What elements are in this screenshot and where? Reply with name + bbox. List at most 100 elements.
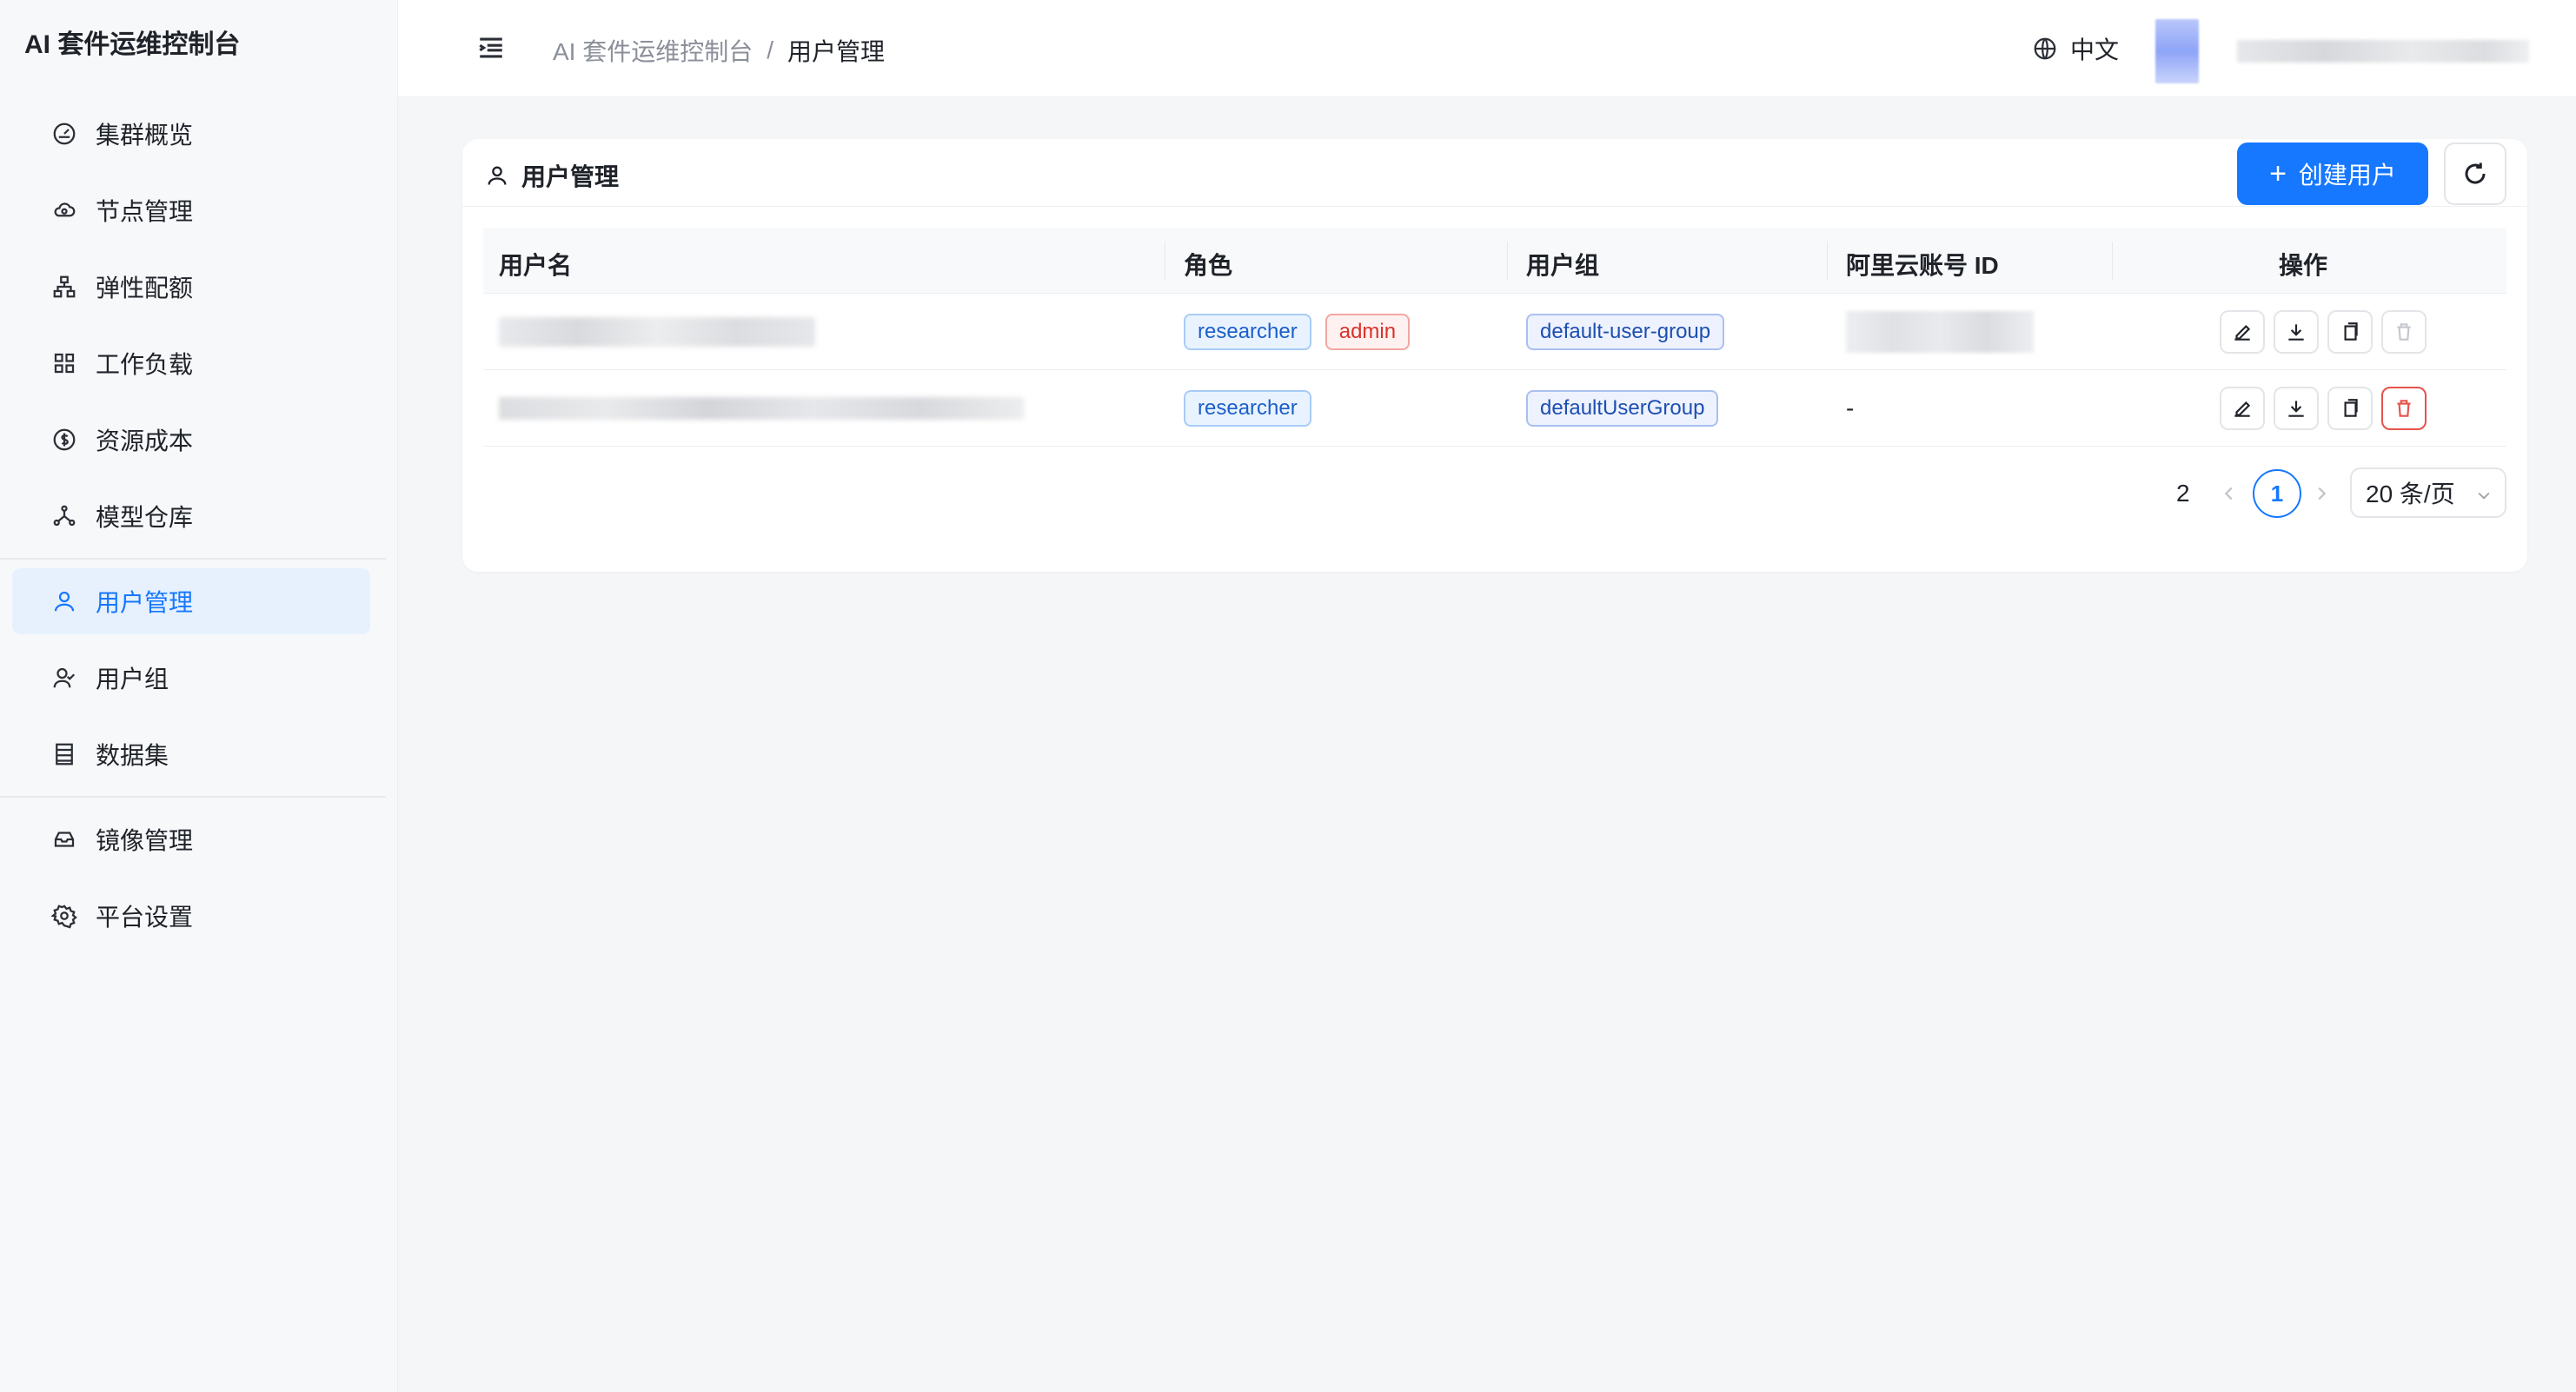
- sidebar-item-label: 数据集: [96, 742, 169, 769]
- app-title: AI 套件运维控制台: [24, 30, 241, 59]
- sidebar-item-label: 用户组: [96, 666, 169, 693]
- copy-button[interactable]: [2327, 387, 2373, 430]
- sidebar-divider: [0, 796, 386, 798]
- sidebar-item-label: 模型仓库: [96, 504, 194, 531]
- sidebar: AI 套件运维控制台 集群概览 节点管理 弹性配额 工作负载 资源成本 模型仓库…: [0, 0, 398, 1392]
- username-cell: [499, 294, 815, 370]
- column-header-actions: 操作: [2279, 252, 2328, 279]
- sidebar-divider: [0, 558, 386, 560]
- sidebar-item-workloads[interactable]: 工作负载: [12, 330, 370, 396]
- total-count: 2: [2176, 480, 2190, 507]
- download-icon: [2288, 401, 2304, 417]
- avatar[interactable]: [2155, 19, 2199, 83]
- username-redacted: [499, 317, 815, 347]
- create-user-label: 创建用户: [2298, 162, 2396, 189]
- username-cell: [499, 370, 1024, 447]
- account-id-empty: -: [1846, 394, 1855, 421]
- copy-button[interactable]: [2327, 310, 2373, 354]
- role-tag: admin: [1325, 314, 1411, 350]
- sidebar-item-datasets[interactable]: 数据集: [12, 721, 370, 787]
- trash-icon: [2397, 323, 2411, 341]
- breadcrumb: AI 套件运维控制台 / 用户管理: [553, 33, 885, 68]
- username-redacted: [499, 397, 1024, 420]
- refresh-button[interactable]: [2444, 143, 2506, 205]
- sidebar-item-label: 工作负载: [96, 351, 194, 378]
- actions-cell: [2220, 294, 2435, 370]
- delete-button[interactable]: [2381, 387, 2427, 430]
- sidebar-item-label: 用户管理: [96, 589, 194, 616]
- roles-cell: researcher admin: [1184, 294, 1424, 370]
- edit-button[interactable]: [2220, 387, 2265, 430]
- cloud-icon: [50, 196, 78, 224]
- chevron-left-icon: [2224, 487, 2233, 500]
- card-title-text: 用户管理: [521, 163, 620, 190]
- column-header-aliyun-account-id[interactable]: 阿里云账号 ID: [1846, 247, 1999, 282]
- page-size-value: 20 条/页: [2366, 481, 2455, 507]
- sidebar-item-node-management[interactable]: 节点管理: [12, 177, 370, 243]
- account-id-redacted: [1846, 311, 2034, 353]
- chevron-down-icon: [2478, 492, 2490, 500]
- prev-page-button[interactable]: [2216, 478, 2242, 509]
- account-id-cell: -: [1846, 370, 1854, 447]
- top-header: AI 套件运维控制台 / 用户管理 中文: [398, 0, 2576, 97]
- gauge-icon: [50, 120, 78, 148]
- dataset-icon: [50, 740, 78, 768]
- next-page-button[interactable]: [2308, 478, 2334, 509]
- sidebar-item-label: 弹性配额: [96, 275, 194, 302]
- refresh-icon: [2465, 162, 2486, 184]
- card-header: 用户管理 + 创建用户: [462, 139, 2527, 207]
- copy-icon: [2344, 399, 2358, 417]
- download-button[interactable]: [2274, 387, 2319, 430]
- edit-icon: [2234, 401, 2251, 417]
- sidebar-item-cluster-overview[interactable]: 集群概览: [12, 101, 370, 167]
- user-group-cell: defaultUserGroup: [1526, 370, 1732, 447]
- sidebar-item-label: 资源成本: [96, 428, 194, 454]
- sidebar-item-model-repository[interactable]: 模型仓库: [12, 483, 370, 549]
- table-header: 用户名 角色 用户组 阿里云账号 ID 操作: [483, 228, 2506, 294]
- sidebar-item-resource-cost[interactable]: 资源成本: [12, 407, 370, 473]
- role-tag: researcher: [1184, 314, 1311, 350]
- gear-icon: [50, 902, 78, 930]
- edit-icon: [2234, 324, 2251, 341]
- breadcrumb-current: 用户管理: [787, 38, 886, 65]
- trash-icon: [2397, 400, 2411, 417]
- username-redacted[interactable]: [2237, 40, 2529, 63]
- sidebar-item-image-management[interactable]: 镜像管理: [12, 806, 370, 872]
- page-size-select[interactable]: 20 条/页: [2350, 467, 2506, 518]
- column-header-role[interactable]: 角色: [1184, 247, 1232, 282]
- user-icon: [488, 166, 507, 185]
- column-separator: [1827, 242, 1828, 280]
- column-header-username[interactable]: 用户名: [499, 247, 572, 282]
- sidebar-item-platform-settings[interactable]: 平台设置: [12, 883, 370, 949]
- create-user-button[interactable]: + 创建用户: [2237, 143, 2428, 205]
- pagination: 2 1 20 条/页: [462, 467, 2527, 520]
- roles-cell: researcher: [1184, 370, 1325, 447]
- column-header-user-group[interactable]: 用户组: [1526, 247, 1599, 282]
- card-title: 用户管理: [485, 158, 619, 193]
- menu-fold-icon[interactable]: [476, 33, 508, 64]
- sidebar-item-user-management[interactable]: 用户管理: [12, 568, 370, 634]
- account-id-cell: [1846, 294, 2034, 370]
- user-icon: [50, 587, 78, 615]
- box-icon: [50, 825, 78, 853]
- user-group-tag: defaultUserGroup: [1526, 390, 1719, 427]
- breadcrumb-parent[interactable]: AI 套件运维控制台: [553, 33, 753, 68]
- copy-icon: [2344, 322, 2358, 341]
- chevron-right-icon: [2318, 487, 2327, 500]
- column-separator: [1507, 242, 1508, 280]
- user-management-card: 用户管理 + 创建用户 用户名 角色 用户组 阿里云账号 ID 操作 resea…: [462, 139, 2527, 572]
- sidebar-item-elastic-quota[interactable]: 弹性配额: [12, 254, 370, 320]
- globe-icon: [2034, 37, 2056, 60]
- language-switcher[interactable]: 中文: [2032, 31, 2119, 66]
- page-1-button[interactable]: 1: [2253, 469, 2301, 518]
- sidebar-item-label: 镜像管理: [96, 827, 194, 854]
- table-row: researcher admin default-user-group: [483, 294, 2506, 370]
- model-nodes-icon: [50, 502, 78, 530]
- download-icon: [2288, 324, 2304, 341]
- table-row: researcher defaultUserGroup -: [483, 370, 2506, 447]
- actions-cell: [2220, 370, 2435, 447]
- sidebar-item-user-groups[interactable]: 用户组: [12, 645, 370, 711]
- edit-button[interactable]: [2220, 310, 2265, 354]
- users-icon: [50, 664, 78, 692]
- download-button[interactable]: [2274, 310, 2319, 354]
